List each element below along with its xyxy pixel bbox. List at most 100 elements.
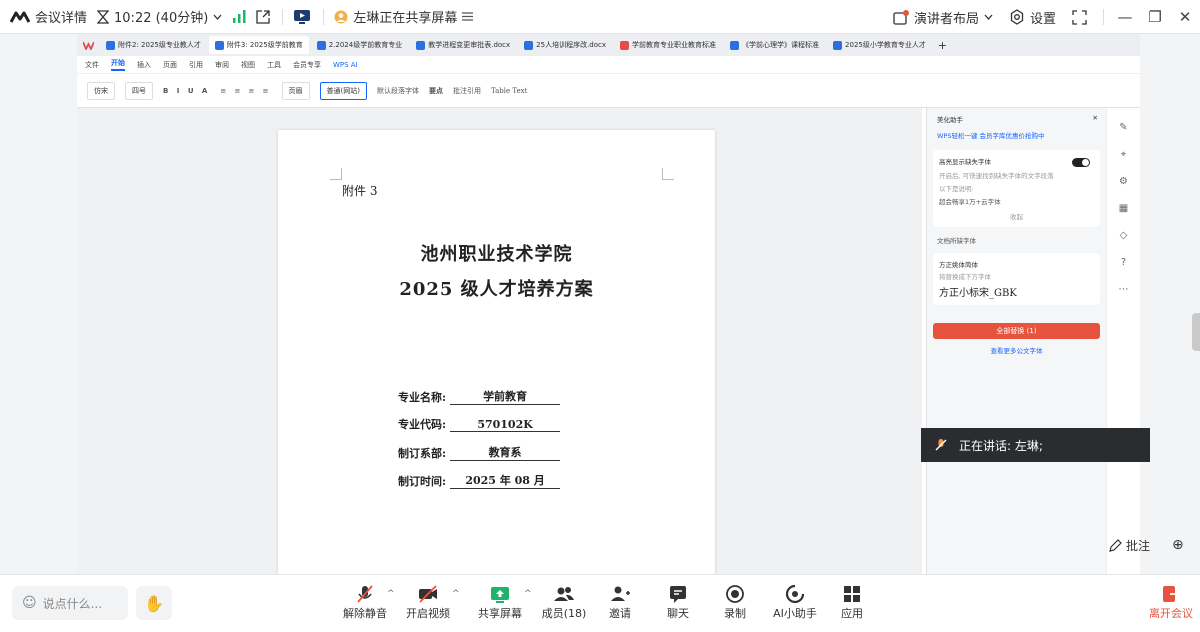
meeting-details-button[interactable]: 会议详情 — [10, 7, 87, 26]
field-value: 学前教育 — [450, 388, 561, 405]
chat-button[interactable]: 聊天 — [648, 583, 708, 621]
wps-tab[interactable]: 学前教育专业职业教育标准 — [614, 36, 722, 54]
chat-quick-input[interactable]: ☺ 说点什么... — [12, 586, 128, 620]
panel-close-icon[interactable]: ✕ — [1093, 114, 1098, 124]
fullscreen-button[interactable] — [1072, 9, 1087, 25]
settings-button[interactable]: 设置 — [1009, 8, 1056, 27]
hand-icon: ✋ — [144, 593, 164, 613]
wps-tab-label: 《学前心理学》课程标准 — [742, 41, 820, 49]
pop-out-button[interactable] — [256, 9, 270, 24]
menu-insert[interactable]: 插入 — [137, 60, 151, 70]
highlight-toggle[interactable] — [1072, 158, 1090, 167]
tools-icon[interactable]: ⚙ — [1119, 176, 1128, 187]
font-replace-card[interactable]: 方正姚体简体 将替换成下方字体 方正小标宋_GBK — [933, 253, 1100, 305]
style-normal[interactable]: 普通(网站) — [319, 81, 367, 100]
pen-icon[interactable]: ✎ — [1119, 122, 1127, 133]
settings-label: 设置 — [1029, 11, 1056, 27]
menu-home[interactable]: 开始 — [111, 58, 125, 71]
wps-menu-bar: 文件 开始 插入 页面 引用 审阅 视图 工具 会员专享 WPS AI — [77, 56, 1140, 74]
network-signal-button[interactable] — [232, 10, 246, 23]
share-control-button[interactable] — [293, 9, 311, 25]
wps-tab[interactable]: 25人培训程序改.docx — [518, 36, 612, 54]
chat-icon — [670, 586, 686, 603]
menu-file[interactable]: 文件 — [85, 60, 99, 70]
side-panel-handle[interactable] — [1192, 313, 1200, 351]
annotate-button[interactable]: 批注 — [1108, 537, 1150, 554]
more-fonts-link[interactable]: 查看更多公文字体 — [927, 345, 1106, 355]
style-key-point[interactable]: 要点 — [429, 86, 443, 96]
field-major-code: 专业代码: 570102K — [398, 416, 561, 432]
style-header[interactable]: 页眉 — [281, 81, 310, 100]
grid-icon[interactable]: ▦ — [1119, 203, 1128, 214]
video-options-caret[interactable]: ^ — [452, 589, 460, 599]
wps-tab[interactable]: 教学进程变更审批表.docx — [410, 36, 516, 54]
style-comment-ref[interactable]: 批注引用 — [453, 86, 481, 96]
menu-lines-icon[interactable] — [462, 12, 474, 21]
wps-tab-active[interactable]: 附件3: 2025级学前教育 — [208, 36, 309, 54]
minimize-button[interactable]: — — [1110, 8, 1140, 26]
chat-placeholder: 说点什么... — [42, 596, 103, 611]
style-default-font[interactable]: 默认段落字体 — [377, 86, 419, 96]
leave-meeting-button[interactable]: 离开会议 — [1148, 583, 1194, 621]
replace-all-button[interactable]: 全部替换 (1) — [933, 323, 1100, 339]
field-value: 教育系 — [450, 444, 561, 461]
menu-references[interactable]: 引用 — [189, 60, 203, 70]
invite-button[interactable]: 邀请 — [590, 583, 650, 621]
share-screen-button[interactable]: 共享屏幕 — [470, 583, 530, 621]
ai-assistant-button[interactable]: AI小助手 — [765, 583, 825, 621]
layout-button[interactable]: 演讲者布局 — [893, 8, 993, 27]
document-subtitle: 2025 级人才培养方案 — [399, 279, 594, 300]
word-doc-icon — [214, 40, 224, 50]
font-from: 方正姚体简体 — [939, 261, 978, 269]
meeting-toolbar: ☺ 说点什么... ✋ 解除静音 ^ 开启视频 ^ 共享屏幕 ^ 成员(18) … — [0, 574, 1200, 632]
apps-button[interactable]: 应用 — [822, 583, 882, 621]
menu-view[interactable]: 视图 — [241, 60, 255, 70]
menu-review[interactable]: 审阅 — [215, 60, 229, 70]
word-doc-icon — [730, 40, 740, 50]
raise-hand-button[interactable]: ✋ — [136, 586, 172, 620]
help-icon[interactable]: ? — [1121, 257, 1126, 268]
new-tab-icon[interactable]: + — [938, 39, 947, 52]
missing-font-desc2: 以下是说明: — [939, 185, 974, 193]
font-name-select[interactable]: 仿宋 — [87, 81, 115, 100]
wps-tab[interactable]: 《学前心理学》课程标准 — [724, 36, 825, 54]
members-button[interactable]: 成员(18) — [534, 583, 594, 621]
unmute-button[interactable]: 解除静音 — [335, 583, 395, 621]
wps-tab-label: 2025级小学教育专业人才 — [845, 41, 926, 49]
menu-wps-ai[interactable]: WPS AI — [333, 61, 358, 69]
apps-grid-icon — [844, 586, 860, 602]
more-icon[interactable]: ⋯ — [1119, 284, 1129, 295]
meeting-time-label: 10:22 (40分钟) — [114, 11, 209, 26]
maximize-button[interactable]: ❐ — [1140, 8, 1170, 26]
select-icon[interactable]: ⌖ — [1121, 149, 1127, 160]
divider — [323, 8, 325, 25]
share-options-caret[interactable]: ^ — [524, 589, 532, 599]
close-button[interactable]: ✕ — [1170, 8, 1200, 26]
collapse-link[interactable]: 收起 — [939, 211, 1094, 221]
wps-tab[interactable]: 2.2024级学前教育专业 — [311, 36, 409, 54]
attachment-label: 附件 3 — [342, 184, 378, 198]
zoom-in-button[interactable]: ⊕ — [1172, 537, 1184, 553]
record-button[interactable]: 录制 — [705, 583, 765, 621]
wps-tab[interactable]: 2025级小学教育专业人才 — [827, 36, 932, 54]
panel-promo[interactable]: WPS轻松一键 会员字库优惠价抢购中 — [927, 126, 1106, 144]
field-value: 2025 年 08 月 — [450, 472, 561, 489]
fullscreen-icon — [1072, 9, 1087, 25]
font-size-select[interactable]: 四号 — [125, 81, 153, 100]
menu-member[interactable]: 会员专享 — [293, 60, 321, 70]
word-doc-icon — [833, 40, 843, 50]
share-screen-label: 共享屏幕 — [478, 607, 522, 620]
menu-tools[interactable]: 工具 — [267, 60, 281, 70]
meeting-timer[interactable]: 10:22 (40分钟) — [97, 7, 222, 26]
audio-options-caret[interactable]: ^ — [387, 589, 395, 599]
ai-assistant-icon — [785, 584, 805, 604]
style-table-text[interactable]: Table Text — [491, 87, 527, 95]
word-doc-icon — [106, 40, 115, 50]
menu-page[interactable]: 页面 — [163, 60, 177, 70]
speaker-label: 正在讲话: 左琳; — [959, 437, 1043, 454]
speaker-name: 左琳; — [1014, 438, 1043, 453]
missing-font-desc: 开启后, 可快速找到缺失字体的文字段落 — [939, 172, 1054, 180]
wps-tab[interactable]: 附件2: 2025级专业教人才 — [100, 36, 207, 54]
shape-icon[interactable]: ◇ — [1120, 230, 1128, 241]
start-video-button[interactable]: 开启视频 — [398, 583, 458, 621]
